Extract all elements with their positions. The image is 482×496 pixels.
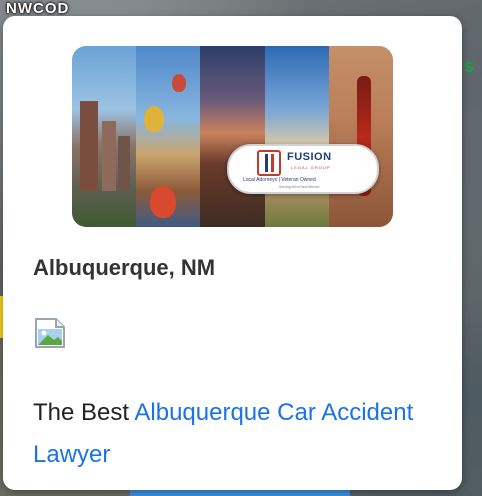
logo-tagline: Local Attorneys | Veteran Owned bbox=[243, 177, 316, 183]
banner-strip-adobe bbox=[264, 46, 329, 227]
broken-image-icon bbox=[35, 318, 65, 348]
banner-strip-balloons bbox=[136, 46, 201, 227]
firm-banner-image: FUSION LEGAL GROUP Local Attorneys | Vet… bbox=[72, 46, 393, 227]
fusion-logo-mark-icon bbox=[257, 150, 281, 176]
description-prefix: The Best bbox=[33, 399, 135, 426]
logo-tagline-secondary: Serving All of New Mexico bbox=[279, 185, 320, 189]
logo-subtitle: LEGAL GROUP bbox=[291, 165, 331, 170]
banner-strip-ristra bbox=[328, 46, 393, 227]
map-marker-edge[interactable]: s bbox=[464, 56, 478, 76]
location-description: The Best Albuquerque Car Accident Lawyer bbox=[33, 392, 433, 476]
banner-strip-skyline bbox=[72, 46, 137, 227]
banner-strip-sunset bbox=[200, 46, 265, 227]
map-place-label: NWCOD bbox=[6, 0, 70, 17]
info-popup: FUSION LEGAL GROUP Local Attorneys | Vet… bbox=[3, 16, 462, 490]
logo-name: FUSION bbox=[287, 151, 332, 163]
fusion-logo: FUSION LEGAL GROUP Local Attorneys | Vet… bbox=[227, 144, 379, 194]
location-title: Albuquerque, NM bbox=[33, 255, 216, 280]
